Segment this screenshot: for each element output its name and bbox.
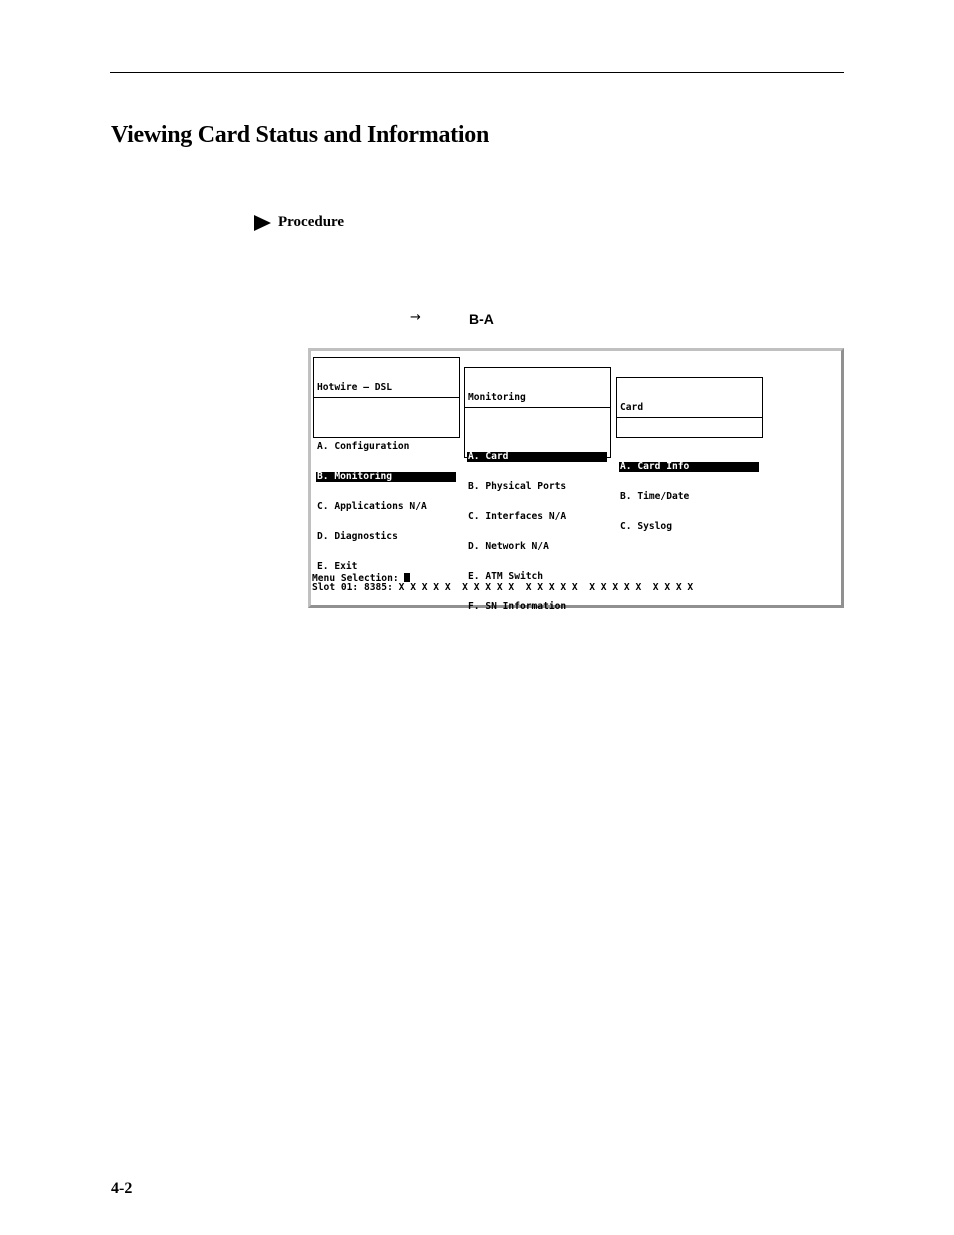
menu-item-network[interactable]: D. Network N/A — [467, 542, 607, 552]
menu-title: Hotwire – DSL — [314, 378, 459, 398]
menu-item-card[interactable]: A. Card — [467, 452, 607, 462]
right-arrow-icon: → — [410, 310, 421, 325]
triangle-bullet-icon — [254, 214, 271, 231]
menu-item-configuration[interactable]: A. Configuration — [316, 442, 456, 452]
menu-title: Monitoring — [465, 388, 610, 408]
menu-item-physical-ports[interactable]: B. Physical Ports — [467, 482, 607, 492]
menu-item-time-date[interactable]: B. Time/Date — [619, 492, 759, 502]
header-rule — [110, 72, 844, 73]
procedure-heading: Procedure — [254, 214, 344, 231]
menu-title: Card — [617, 398, 762, 418]
slot-status-line: Slot 01: 8385: X X X X X X X X X X X X X… — [312, 582, 694, 593]
menu-item-exit[interactable]: E. Exit — [316, 562, 456, 572]
menu-item-sn-information[interactable]: F. SN Information — [467, 602, 607, 612]
page-title: Viewing Card Status and Information — [111, 122, 489, 148]
menu-item-card-info[interactable]: A. Card Info — [619, 462, 759, 472]
menu-item-applications[interactable]: C. Applications N/A — [316, 502, 456, 512]
menu-monitoring: Monitoring A. Card B. Physical Ports C. … — [464, 367, 611, 612]
menu-card: Card A. Card Info B. Time/Date C. Syslog — [616, 377, 763, 532]
menu-path-keys: B-A — [469, 311, 494, 327]
terminal-screen: Hotwire – DSL A. Configuration B. Monito… — [308, 348, 844, 612]
menu-item-syslog[interactable]: C. Syslog — [619, 522, 759, 532]
page-number: 4-2 — [111, 1180, 133, 1197]
procedure-label: Procedure — [278, 214, 345, 230]
text-cursor — [404, 573, 411, 582]
menu-item-interfaces[interactable]: C. Interfaces N/A — [467, 512, 607, 522]
menu-item-diagnostics[interactable]: D. Diagnostics — [316, 532, 456, 542]
menu-item-atm-switch[interactable]: E. ATM Switch — [467, 572, 607, 582]
menu-hotwire-dsl: Hotwire – DSL A. Configuration B. Monito… — [313, 357, 460, 572]
menu-item-monitoring[interactable]: B. Monitoring — [316, 472, 456, 482]
